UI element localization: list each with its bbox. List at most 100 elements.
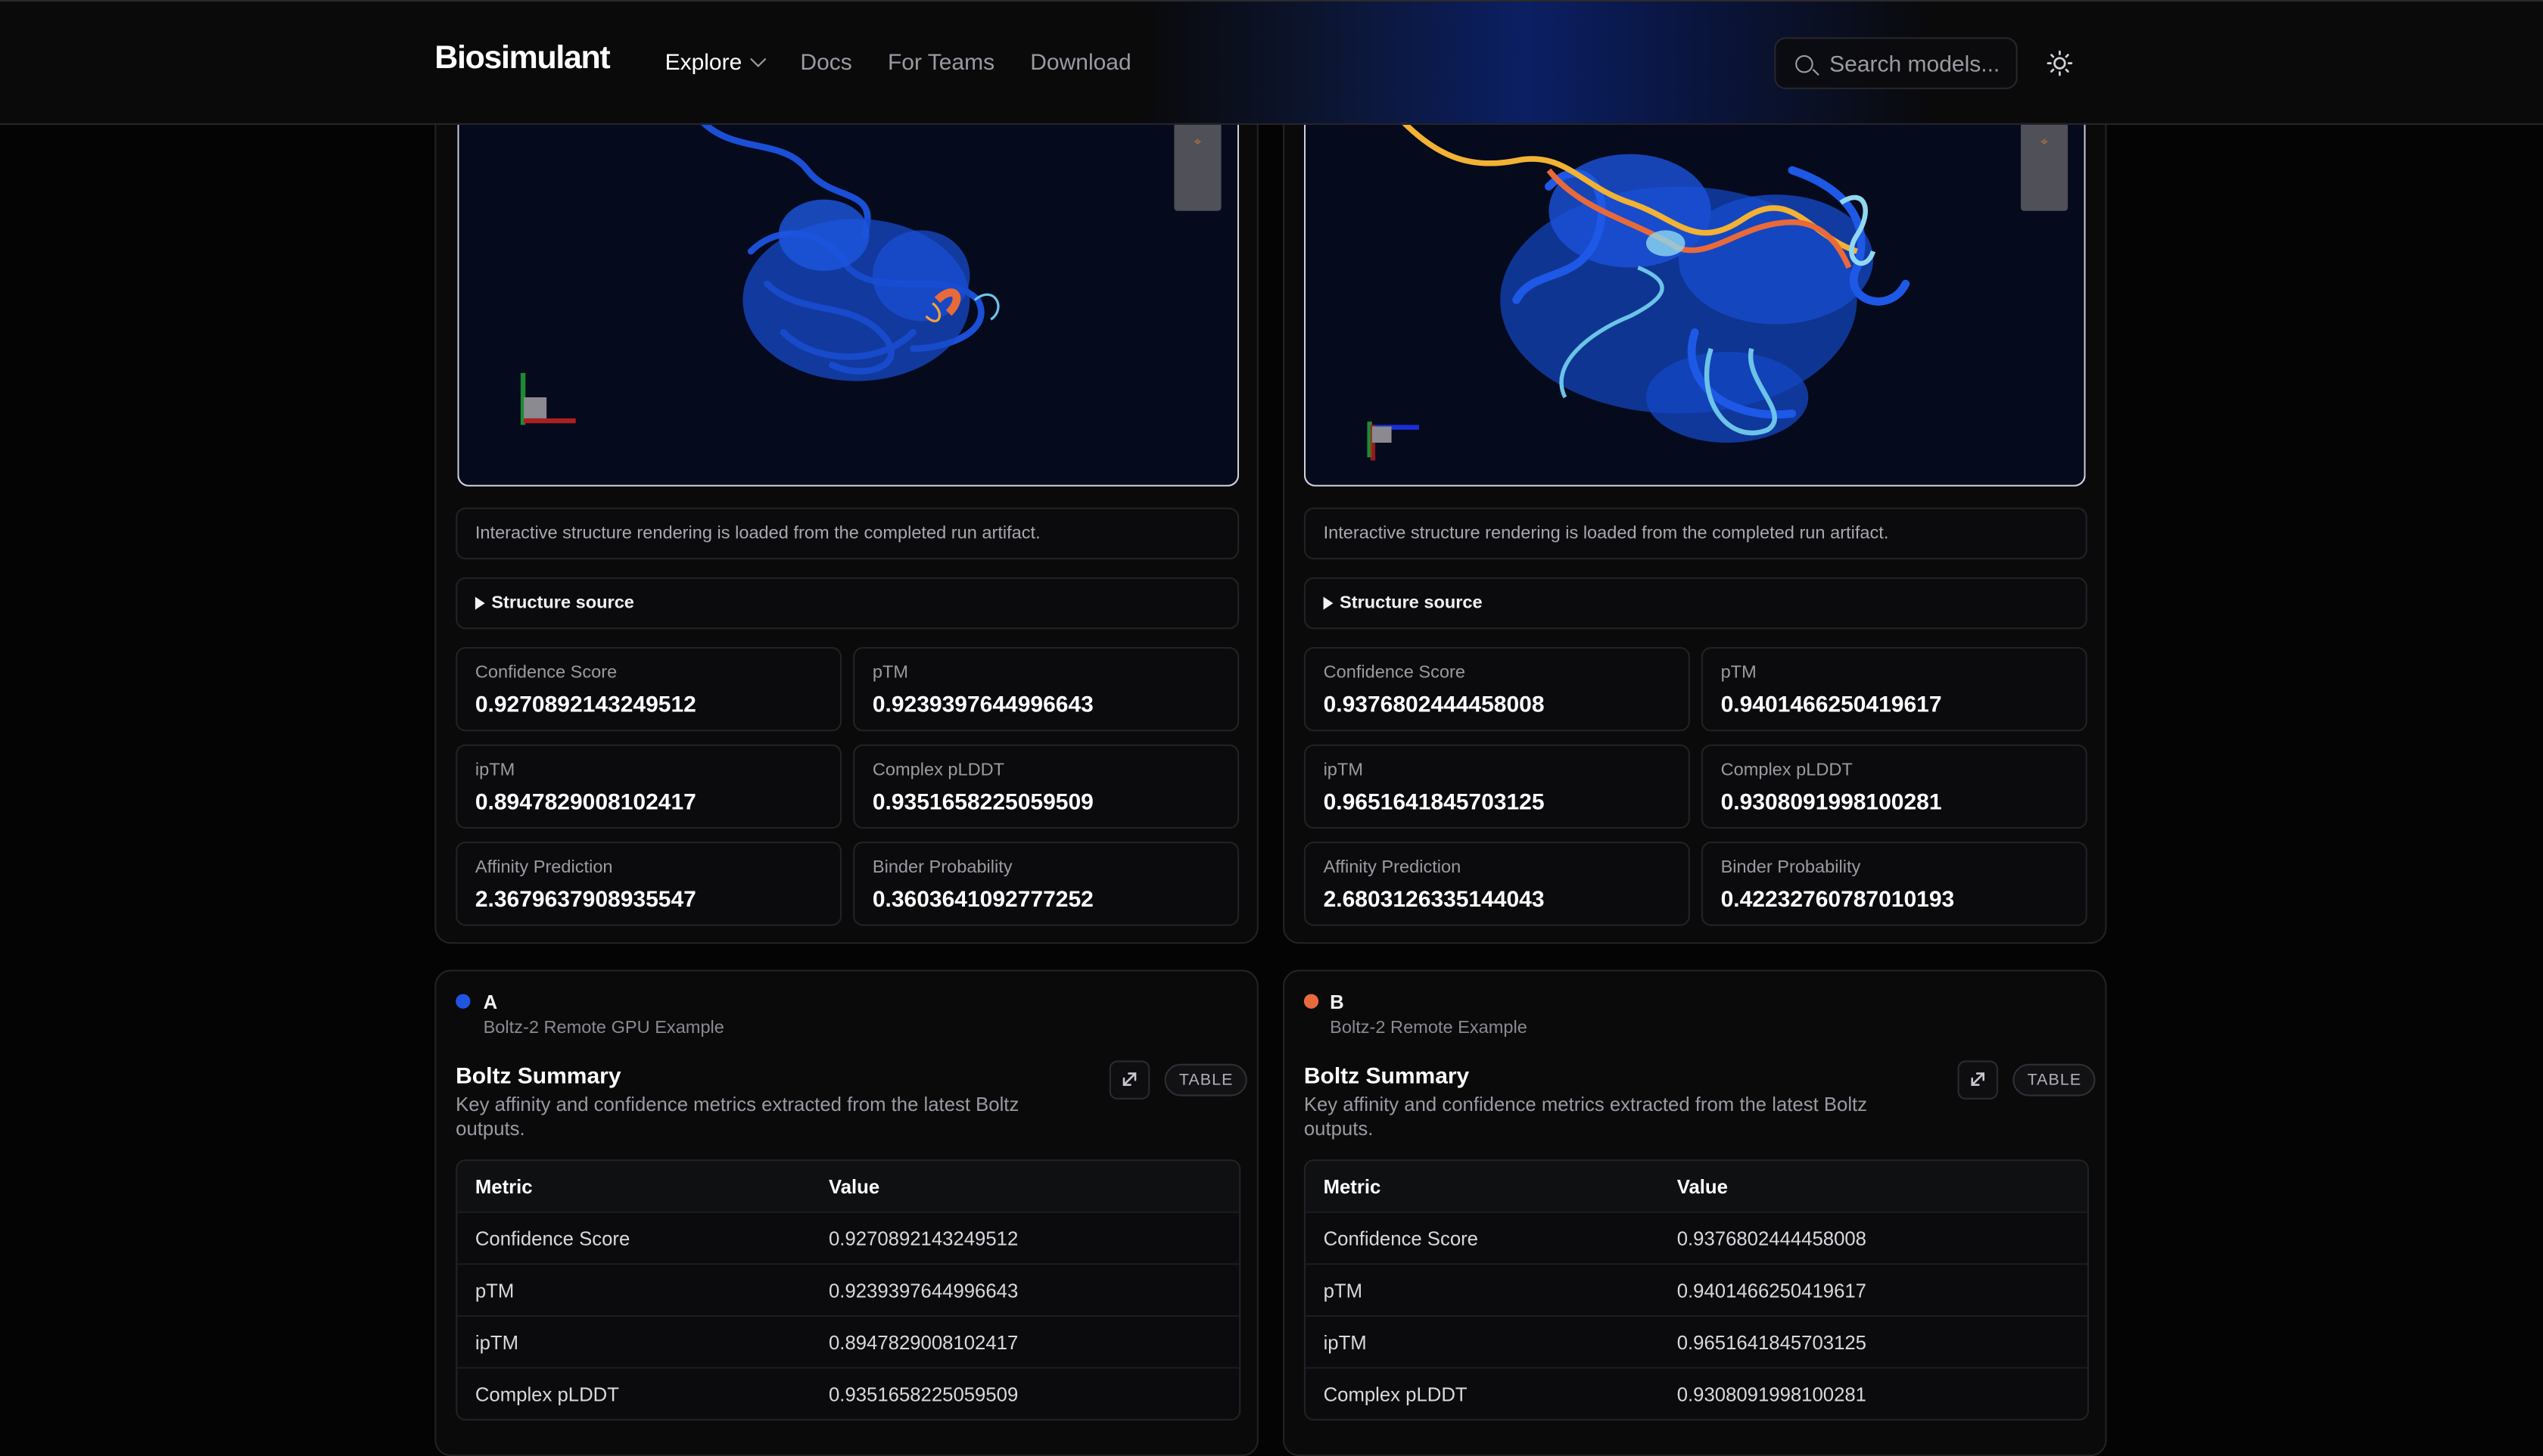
expand-button[interactable]: [1957, 1060, 1998, 1100]
structure-source-toggle[interactable]: Structure source: [1303, 577, 2087, 630]
metric-value: 0.9376802444458008: [1323, 690, 1545, 717]
cell-value: 0.9270892143249512: [829, 1227, 1019, 1250]
summary-table-a: Metric Value Confidence Score 0.92708921…: [456, 1159, 1241, 1421]
metric-label: Confidence Score: [1323, 663, 1465, 683]
toolbar-glyph: ⌖: [2040, 134, 2048, 150]
series-label: A: [483, 991, 498, 1014]
render-info-note: Interactive structure rendering is loade…: [456, 507, 1240, 560]
nav-explore[interactable]: Explore: [665, 48, 767, 75]
series-label: B: [1330, 991, 1344, 1014]
cell-value: 0.8947829008102417: [829, 1330, 1019, 1354]
series-color-dot: [1303, 994, 1319, 1009]
structure-source-label: Structure source: [491, 593, 634, 613]
table-row: Confidence Score 0.9376802444458008: [1306, 1211, 2087, 1264]
column-header-metric: Metric: [475, 1174, 533, 1198]
cell-value: 0.9376802444458008: [1676, 1227, 1866, 1250]
cell-metric: pTM: [475, 1278, 515, 1302]
search-input[interactable]: [1826, 48, 2012, 78]
metric-value: 0.8947829008102417: [475, 788, 696, 814]
cell-value: 0.9308091998100281: [1676, 1382, 1866, 1405]
metric-label: Affinity Prediction: [1323, 857, 1461, 878]
toolbar-glyph: ⌖: [1194, 134, 1202, 150]
top-navigation-bar: Biosimulant Explore Docs For Teams Downl…: [0, 0, 2543, 125]
series-subtitle: Boltz-2 Remote Example: [1330, 1018, 1527, 1038]
series-color-dot: [456, 994, 471, 1009]
table-row: pTM 0.9239397644996643: [457, 1263, 1240, 1315]
metric-label: ipTM: [475, 760, 515, 780]
metric-value: 0.3603641092777252: [872, 885, 1094, 912]
search-icon: [1795, 54, 1813, 73]
table-header-row: Metric Value: [457, 1161, 1240, 1212]
protein-structure-render: [520, 121, 1000, 425]
main-nav: Explore Docs For Teams Download: [665, 48, 1131, 74]
cell-metric: ipTM: [475, 1330, 519, 1354]
metric-value: 0.9239397644996643: [872, 690, 1094, 717]
summary-title: Boltz Summary: [456, 1062, 621, 1088]
table-row: ipTM 0.9651641845703125: [1306, 1314, 2087, 1367]
summary-description: Key affinity and confidence metrics extr…: [456, 1093, 1019, 1140]
metric-ptm: pTM 0.9401466250419617: [1701, 647, 2087, 732]
metric-value: 0.9308091998100281: [1720, 788, 1942, 814]
metric-iptm: ipTM 0.8947829008102417: [456, 744, 842, 829]
nav-explore-label: Explore: [665, 48, 742, 75]
expand-icon: [1122, 1072, 1137, 1086]
summary-table-b: Metric Value Confidence Score 0.93768024…: [1303, 1159, 2089, 1421]
summary-description: Key affinity and confidence metrics extr…: [1303, 1093, 1868, 1140]
nav-docs[interactable]: Docs: [800, 48, 851, 74]
summary-title: Boltz Summary: [1303, 1062, 1470, 1088]
cell-metric: pTM: [1323, 1278, 1362, 1302]
viewer-toolbar[interactable]: ⌖: [2021, 121, 2068, 211]
table-row: Complex pLDDT 0.9308091998100281: [1306, 1367, 2087, 1419]
search-box[interactable]: [1774, 37, 2018, 89]
metric-affinity-prediction: Affinity Prediction 2.6803126335144043: [1303, 842, 1690, 926]
metric-value: 0.9401466250419617: [1720, 690, 1942, 717]
logo[interactable]: Biosimulant: [434, 41, 610, 78]
metric-complex-plddt: Complex pLDDT 0.9308091998100281: [1701, 744, 2087, 829]
column-header-value: Value: [1676, 1174, 1728, 1198]
metric-value: 2.3679637908935547: [475, 885, 696, 912]
metric-iptm: ipTM 0.9651641845703125: [1303, 744, 1690, 829]
column-header-value: Value: [829, 1174, 880, 1198]
structure-viewer-b[interactable]: ⌖: [1303, 121, 2086, 487]
metric-confidence-score: Confidence Score 0.9270892143249512: [456, 647, 842, 732]
cell-metric: Complex pLDDT: [1323, 1382, 1468, 1405]
cell-metric: Complex pLDDT: [475, 1382, 619, 1405]
cell-value: 0.9651641845703125: [1676, 1330, 1866, 1354]
metric-label: Binder Probability: [1720, 857, 1861, 878]
structure-viewer-a[interactable]: ⌖: [457, 121, 1240, 487]
metric-value: 0.42232760787010193: [1720, 885, 1955, 912]
table-view-badge[interactable]: TABLE: [1164, 1063, 1248, 1097]
cell-value: 0.9239397644996643: [829, 1278, 1019, 1302]
table-row: ipTM 0.8947829008102417: [457, 1314, 1240, 1367]
theme-toggle-sun-icon[interactable]: [2047, 50, 2073, 76]
metric-label: pTM: [1720, 663, 1757, 683]
cell-metric: Confidence Score: [1323, 1227, 1478, 1250]
table-row: Confidence Score 0.9270892143249512: [457, 1211, 1240, 1264]
metric-binder-probability: Binder Probability 0.42232760787010193: [1701, 842, 2087, 926]
viewer-toolbar[interactable]: ⌖: [1174, 121, 1222, 211]
cell-value: 0.9401466250419617: [1676, 1278, 1866, 1302]
expand-button[interactable]: [1109, 1060, 1150, 1100]
metric-label: pTM: [872, 663, 908, 683]
metric-value: 0.9651641845703125: [1323, 788, 1545, 814]
metric-ptm: pTM 0.9239397644996643: [853, 647, 1240, 732]
table-row: Complex pLDDT 0.9351658225059509: [457, 1367, 1240, 1419]
nav-download[interactable]: Download: [1030, 48, 1131, 74]
render-info-note: Interactive structure rendering is loade…: [1303, 507, 2087, 560]
table-view-badge[interactable]: TABLE: [2012, 1063, 2096, 1097]
metric-complex-plddt: Complex pLDDT 0.9351658225059509: [853, 744, 1240, 829]
metric-affinity-prediction: Affinity Prediction 2.3679637908935547: [456, 842, 842, 926]
metric-label: Complex pLDDT: [872, 760, 1005, 780]
table-row: pTM 0.9401466250419617: [1306, 1263, 2087, 1315]
metric-label: Binder Probability: [872, 857, 1013, 878]
nav-for-teams[interactable]: For Teams: [888, 48, 994, 74]
metric-label: Confidence Score: [475, 663, 618, 683]
chevron-down-icon: [751, 50, 767, 67]
series-subtitle: Boltz-2 Remote GPU Example: [483, 1018, 724, 1038]
disclosure-triangle-icon: [1323, 596, 1334, 610]
protein-structure-render: [1367, 121, 1910, 461]
structure-source-toggle[interactable]: Structure source: [456, 577, 1240, 630]
metric-binder-probability: Binder Probability 0.3603641092777252: [853, 842, 1240, 926]
metric-value: 0.9351658225059509: [872, 788, 1094, 814]
metric-value: 2.6803126335144043: [1323, 885, 1545, 912]
